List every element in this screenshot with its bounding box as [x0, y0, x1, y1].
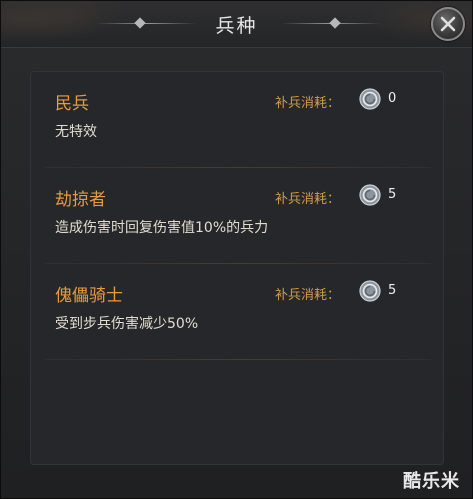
- cost-label: 补兵消耗：: [275, 192, 341, 207]
- silver-coin-icon: [359, 88, 381, 110]
- row-divider: [45, 359, 431, 360]
- unit-description: 无特效: [55, 124, 97, 140]
- silver-coin-icon: [359, 280, 381, 302]
- unit-description: 受到步兵伤害减少50%: [55, 316, 199, 332]
- unit-row-puppet-knight[interactable]: 傀儡骑士 补兵消耗： 5 受到步兵伤害减少50%: [31, 264, 443, 360]
- window-header: 兵种: [1, 1, 472, 48]
- cost-label: 补兵消耗：: [275, 96, 341, 111]
- unit-name: 劫掠者: [55, 190, 106, 210]
- unit-name: 民兵: [55, 94, 89, 114]
- watermark-logo: 酷乐米: [403, 471, 460, 492]
- cost-label: 补兵消耗：: [275, 288, 341, 303]
- unit-row-militia[interactable]: 民兵 补兵消耗： 0 无特效: [31, 72, 443, 168]
- unit-list-panel: 民兵 补兵消耗： 0 无特效 劫掠者 补兵消耗： 5 造成伤害时回复伤害值10%…: [30, 71, 444, 465]
- close-button[interactable]: [431, 7, 465, 41]
- silver-coin-icon: [359, 184, 381, 206]
- close-icon: [440, 16, 456, 32]
- unit-row-raider[interactable]: 劫掠者 补兵消耗： 5 造成伤害时回复伤害值10%的兵力: [31, 168, 443, 264]
- unit-description: 造成伤害时回复伤害值10%的兵力: [55, 220, 269, 236]
- cost-value: 5: [388, 187, 397, 202]
- window-title: 兵种: [215, 15, 258, 37]
- cost-value: 0: [388, 91, 397, 106]
- unit-name: 傀儡骑士: [55, 286, 123, 306]
- unit-type-window: 兵种 民兵 补兵消耗： 0 无特效 劫掠者 补兵消耗： 5 造成伤害时回复伤害值…: [0, 0, 473, 499]
- cost-value: 5: [388, 283, 397, 298]
